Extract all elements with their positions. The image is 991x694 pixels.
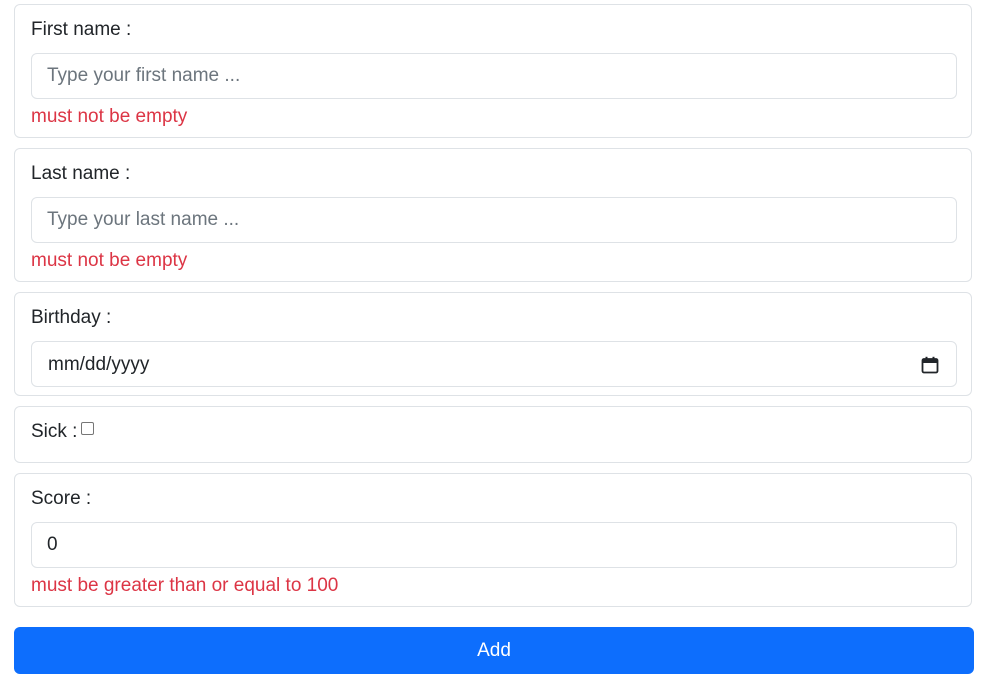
sick-card: Sick : <box>14 406 972 463</box>
last-name-error: must not be empty <box>31 250 188 271</box>
sick-row: Sick : <box>31 421 95 443</box>
first-name-label: First name : <box>31 19 132 40</box>
birthday-input[interactable]: mm/dd/yyyy <box>31 341 957 387</box>
first-name-input[interactable] <box>31 53 957 99</box>
birthday-card: Birthday : mm/dd/yyyy <box>14 292 972 396</box>
first-name-card: First name : must not be empty <box>14 4 972 138</box>
score-error: must be greater than or equal to 100 <box>31 575 339 596</box>
calendar-icon[interactable] <box>921 356 939 374</box>
last-name-card: Last name : must not be empty <box>14 148 972 282</box>
last-name-input[interactable] <box>31 197 957 243</box>
first-name-error: must not be empty <box>31 106 188 127</box>
score-card: Score : must be greater than or equal to… <box>14 473 972 607</box>
sick-label: Sick : <box>31 421 78 442</box>
last-name-label: Last name : <box>31 163 131 184</box>
birthday-label: Birthday : <box>31 307 112 328</box>
sick-checkbox[interactable] <box>81 422 95 435</box>
score-input[interactable] <box>31 522 957 568</box>
score-label: Score : <box>31 488 92 509</box>
add-button[interactable]: Add <box>14 627 974 674</box>
birthday-date-text: mm/dd/yyyy <box>48 354 150 375</box>
